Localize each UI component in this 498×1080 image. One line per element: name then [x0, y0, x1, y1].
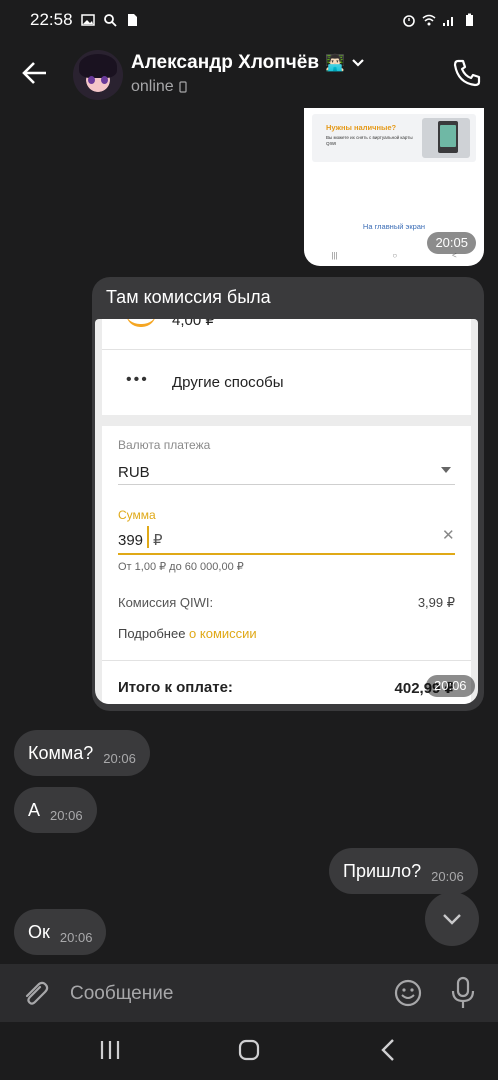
message-bubble[interactable]: Комма? 20:06	[14, 730, 150, 776]
avatar[interactable]	[73, 50, 123, 100]
message-bubble-outgoing[interactable]: Пришло? 20:06	[329, 848, 478, 894]
status-bar: 22:58	[0, 0, 498, 40]
home-icon[interactable]	[238, 1039, 260, 1061]
chevron-down-icon	[443, 914, 461, 925]
dropdown-caret-icon	[441, 467, 451, 473]
message-bubble-screenshot[interactable]: Там комиссия была 4,00 ₽ ••• Другие спос…	[92, 277, 484, 711]
contact-status: online	[131, 78, 187, 96]
chat-header: Александр Хлопчёв 👨🏻‍💻 online	[0, 40, 498, 108]
message-bubble[interactable]: А 20:06	[14, 787, 97, 833]
battery-icon	[466, 13, 473, 26]
chevron-down-icon[interactable]	[351, 58, 365, 68]
message-time: 20:06	[426, 675, 475, 697]
name-emoji: 👨🏻‍💻	[325, 55, 345, 72]
amount-value: 399 ₽	[118, 532, 163, 549]
emoji-icon[interactable]	[393, 978, 423, 1008]
scroll-down-button[interactable]	[425, 892, 479, 946]
attach-icon[interactable]	[20, 978, 50, 1008]
home-screen-link: На главный экран	[362, 222, 426, 231]
mobile-device-icon	[179, 81, 187, 93]
system-back-icon[interactable]	[380, 1038, 396, 1062]
chat-messages[interactable]: Нужны наличные? Вы можете их снять с вир…	[0, 108, 498, 964]
phone-call-icon[interactable]	[452, 58, 482, 88]
wifi-icon	[422, 14, 436, 26]
image-message[interactable]: Нужны наличные? Вы можете их снять с вир…	[304, 108, 484, 266]
clear-icon: ✕	[442, 527, 455, 544]
search-icon	[103, 14, 117, 27]
message-time: 20:05	[427, 232, 476, 254]
message-caption: Там комиссия была	[106, 287, 271, 307]
gallery-icon	[80, 14, 95, 26]
alarm-icon	[403, 15, 415, 27]
qiwi-banner: Нужны наличные? Вы можете их снять с вир…	[312, 114, 476, 162]
microphone-icon[interactable]	[449, 976, 477, 1010]
sim-icon	[127, 14, 137, 26]
message-bubble[interactable]: Ок 20:06	[14, 909, 107, 955]
system-navigation-bar	[0, 1022, 498, 1080]
signal-icon	[443, 17, 453, 26]
recents-icon[interactable]	[99, 1040, 121, 1060]
more-dots-icon: •••	[126, 371, 149, 388]
payment-methods-card: 4,00 ₽ ••• Другие способы	[102, 319, 471, 415]
qiwi-screenshot: 4,00 ₽ ••• Другие способы Валюта платежа…	[95, 319, 478, 704]
qiwi-logo-icon	[126, 319, 156, 327]
payment-form-card: Валюта платежа RUB Сумма 399 ₽ ✕ От 1,00 …	[102, 426, 471, 704]
back-arrow-icon[interactable]	[20, 58, 50, 88]
contact-name[interactable]: Александр Хлопчёв 👨🏻‍💻	[131, 52, 365, 74]
message-input[interactable]: Сообщение	[70, 983, 173, 1005]
status-time: 22:58	[30, 10, 73, 29]
message-composer: Сообщение	[0, 964, 498, 1022]
